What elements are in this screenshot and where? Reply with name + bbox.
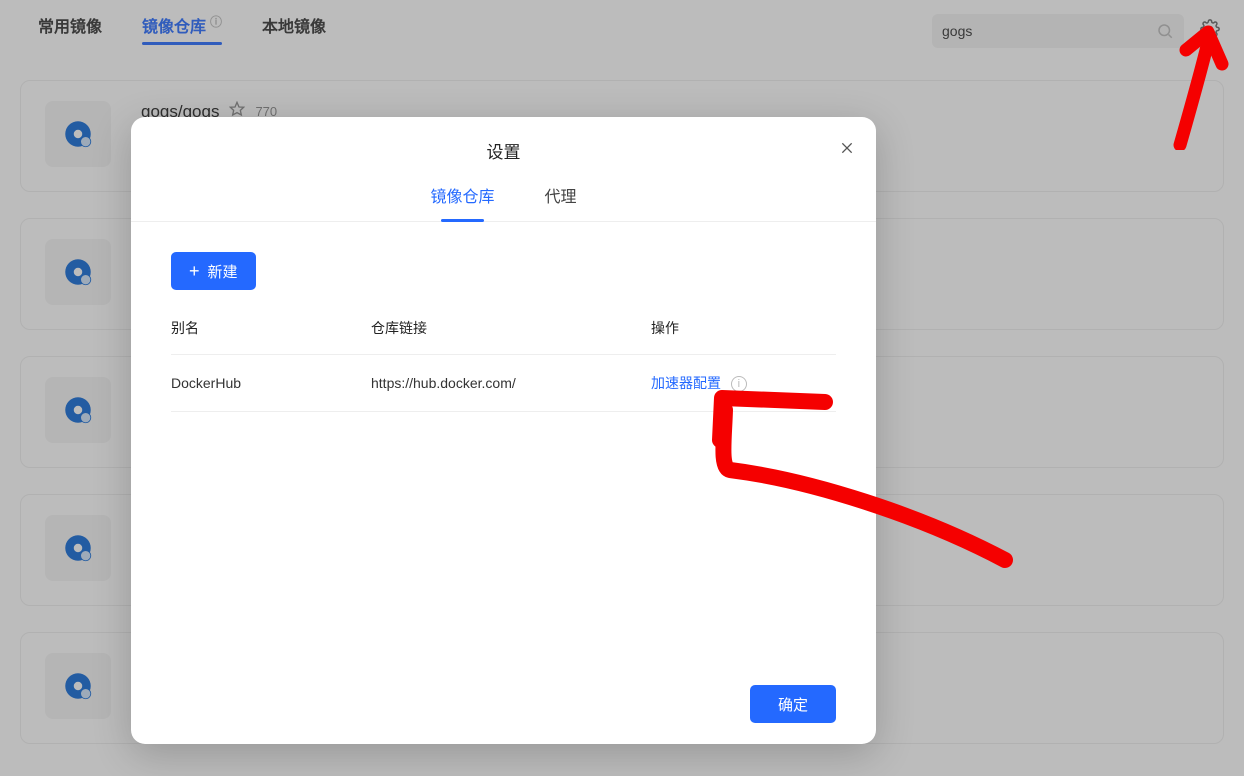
info-icon: i — [731, 376, 747, 392]
modal-tab-repo[interactable]: 镜像仓库 — [430, 183, 494, 221]
modal-title: 设置 — [487, 138, 521, 163]
col-link: 仓库链接 — [371, 318, 651, 355]
col-op: 操作 — [651, 318, 836, 355]
modal-tab-proxy[interactable]: 代理 — [545, 183, 577, 221]
modal-close-button[interactable] — [836, 139, 858, 161]
repo-table: 别名 仓库链接 操作 DockerHub https://hub.docker.… — [171, 318, 836, 412]
cell-link: https://hub.docker.com/ — [371, 355, 651, 412]
plus-icon: + — [189, 262, 200, 280]
accelerator-config-link[interactable]: 加速器配置 — [651, 375, 721, 391]
cell-alias: DockerHub — [171, 355, 371, 412]
new-repo-button[interactable]: + 新建 — [171, 252, 256, 290]
table-row: DockerHub https://hub.docker.com/ 加速器配置 … — [171, 355, 836, 412]
confirm-button[interactable]: 确定 — [750, 685, 836, 723]
new-repo-label: 新建 — [208, 261, 238, 282]
col-alias: 别名 — [171, 318, 371, 355]
close-icon — [839, 140, 855, 161]
settings-modal: 设置 镜像仓库 代理 + 新建 别名 仓库链接 操作 DockerHub htt… — [131, 117, 876, 744]
